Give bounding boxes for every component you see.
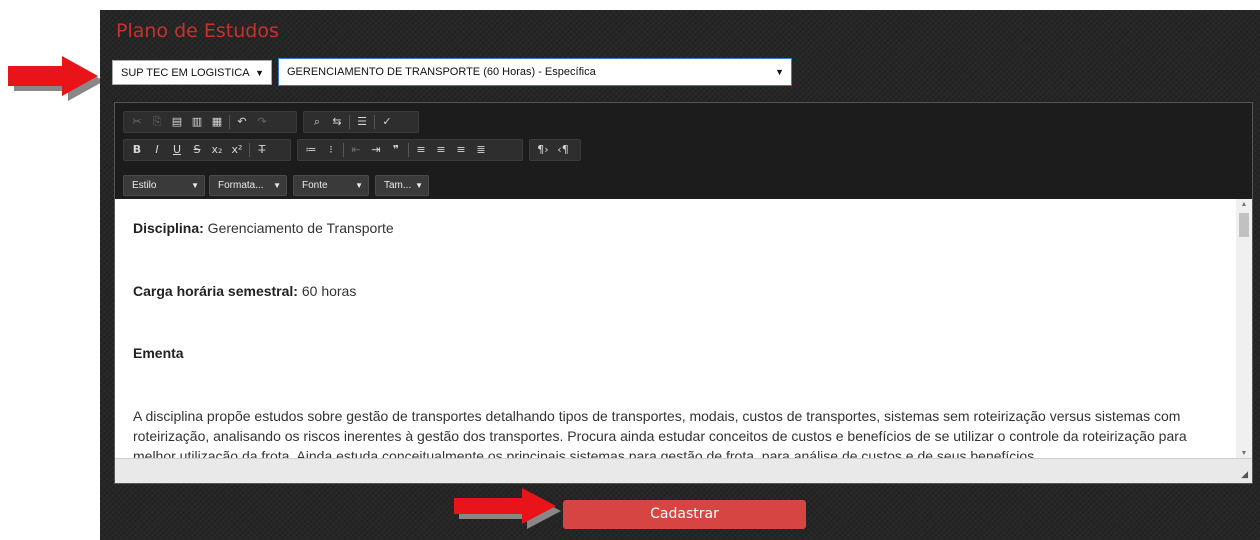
annotation-arrow-left: [8, 56, 104, 101]
chevron-down-icon: ▼: [255, 68, 264, 78]
page-title: Plano de Estudos: [116, 20, 279, 42]
summary-text: A disciplina propõe estudos sobre gestão…: [133, 408, 1187, 459]
align-right-icon[interactable]: ≡: [451, 140, 471, 160]
spellcheck-icon[interactable]: ✓: [377, 112, 397, 132]
copy-icon[interactable]: ⎘: [147, 112, 167, 132]
annotation-arrow-submit: [454, 488, 561, 529]
study-plan-panel: Plano de Estudos SUP TEC EM LOGISTICA ▼ …: [100, 10, 1260, 540]
chevron-down-icon: ▼: [775, 67, 784, 77]
scroll-down-icon[interactable]: ▼: [1236, 450, 1252, 457]
paste-icon[interactable]: ▤: [167, 112, 187, 132]
strikethrough-icon[interactable]: S: [187, 140, 207, 160]
ltr-icon[interactable]: ¶›: [533, 140, 553, 160]
rtl-icon[interactable]: ‹¶: [553, 140, 573, 160]
indent-icon[interactable]: ⇥: [366, 140, 386, 160]
undo-icon[interactable]: ↶: [232, 112, 252, 132]
blockquote-icon[interactable]: ❞: [386, 140, 406, 160]
replace-icon[interactable]: ⇆: [327, 112, 347, 132]
style-combo[interactable]: Estilo ▼: [123, 175, 205, 196]
align-left-icon[interactable]: ≡: [411, 140, 431, 160]
scrollbar-thumb[interactable]: [1239, 213, 1249, 237]
rich-text-editor: ✂ ⎘ ▤ ▥ ▦ ↶ ↷ ⌕ ⇆ ☰ ✓ B I U S x₂ x² T̶ ≔…: [114, 102, 1253, 484]
course-select[interactable]: SUP TEC EM LOGISTICA ▼: [112, 60, 272, 85]
discipline-select[interactable]: GERENCIAMENTO DE TRANSPORTE (60 Horas) -…: [278, 58, 792, 86]
subscript-icon[interactable]: x₂: [207, 140, 227, 160]
chevron-down-icon: ▼: [191, 181, 199, 190]
discipline-line: Disciplina: Gerenciamento de Transporte: [133, 220, 394, 236]
numbered-list-icon[interactable]: ≔: [301, 140, 321, 160]
superscript-icon[interactable]: x²: [227, 140, 247, 160]
select-all-icon[interactable]: ☰: [352, 112, 372, 132]
resize-handle-icon[interactable]: ◢: [1241, 469, 1248, 480]
find-icon[interactable]: ⌕: [307, 112, 327, 132]
underline-icon[interactable]: U: [167, 140, 187, 160]
remove-format-icon[interactable]: T̶: [252, 140, 272, 160]
editor-toolbar: ✂ ⎘ ▤ ▥ ▦ ↶ ↷ ⌕ ⇆ ☰ ✓ B I U S x₂ x² T̶ ≔…: [115, 103, 1252, 199]
workload-line: Carga horária semestral: 60 horas: [133, 283, 357, 299]
bold-icon[interactable]: B: [127, 140, 147, 160]
justify-icon[interactable]: ≣: [471, 140, 491, 160]
font-combo[interactable]: Fonte ▼: [293, 175, 369, 196]
format-combo[interactable]: Formata... ▼: [209, 175, 287, 196]
chevron-down-icon: ▼: [273, 181, 281, 190]
italic-icon[interactable]: I: [147, 140, 167, 160]
size-combo[interactable]: Tam... ▼: [375, 175, 429, 196]
outdent-icon[interactable]: ⇤: [346, 140, 366, 160]
submit-button[interactable]: Cadastrar: [563, 500, 806, 529]
summary-heading: Ementa: [133, 345, 184, 361]
redo-icon[interactable]: ↷: [252, 112, 272, 132]
chevron-down-icon: ▼: [355, 181, 363, 190]
paste-word-icon[interactable]: ▦: [207, 112, 227, 132]
paste-text-icon[interactable]: ▥: [187, 112, 207, 132]
editor-scrollbar[interactable]: ▲ ▼: [1236, 199, 1252, 459]
editor-content[interactable]: Disciplina: Gerenciamento de Transporte …: [115, 199, 1236, 459]
editor-statusbar: ◢: [115, 458, 1252, 483]
bulleted-list-icon[interactable]: ⁝: [321, 140, 341, 160]
align-center-icon[interactable]: ≡: [431, 140, 451, 160]
scroll-up-icon[interactable]: ▲: [1236, 201, 1252, 208]
cut-icon[interactable]: ✂: [127, 112, 147, 132]
chevron-down-icon: ▼: [415, 181, 423, 190]
